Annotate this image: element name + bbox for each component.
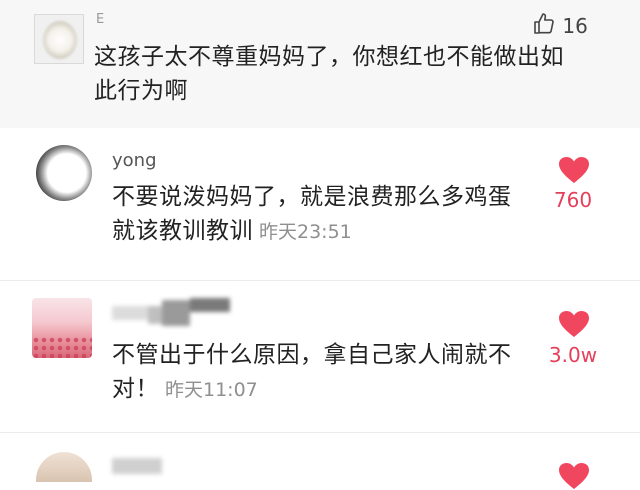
comment-text: 不要说泼妈妈了，就是浪费那么多鸡蛋 就该教训教训 昨天23:51 (112, 180, 552, 249)
comment-text-line: 此行为啊 (94, 78, 188, 104)
commenter-name-blurred (112, 296, 232, 330)
avatar[interactable] (34, 14, 84, 64)
avatar[interactable] (36, 145, 92, 201)
commenter-name[interactable]: E (96, 12, 104, 27)
comment-text-line: 不要说泼妈妈了，就是浪费那么多鸡蛋 (112, 184, 512, 210)
avatar[interactable] (32, 298, 92, 358)
comment-text-line: 不管出于什么原因，拿自己家人闹就不 (112, 342, 512, 368)
like-button[interactable]: 16 (532, 12, 588, 38)
comment-text-line: 这孩子太不尊重妈妈了，你想红也不能做出如 (94, 44, 564, 70)
comment-time: 昨天11:07 (165, 379, 258, 401)
comment-text-line: 就该教训教训 (112, 218, 253, 244)
comment-text: 这孩子太不尊重妈妈了，你想红也不能做出如 此行为啊 (94, 40, 594, 108)
like-count: 16 (562, 14, 588, 38)
like-count: 760 (553, 188, 593, 212)
commenter-name-blurred (112, 454, 168, 474)
comment-text: 不管出于什么原因，拿自己家人闹就不 对！ 昨天11:07 (112, 338, 552, 407)
heart-icon[interactable] (558, 462, 590, 490)
comment-text-line: 对！ (112, 376, 159, 402)
comment-time: 昨天23:51 (259, 221, 352, 243)
commenter-name[interactable]: yong (112, 150, 157, 171)
like-count: 3.0w (548, 343, 598, 367)
avatar[interactable] (36, 452, 92, 482)
heart-icon[interactable] (558, 156, 590, 184)
heart-icon[interactable] (558, 310, 590, 338)
divider (0, 432, 640, 433)
divider (0, 280, 640, 281)
thumbs-up-icon (534, 13, 554, 34)
